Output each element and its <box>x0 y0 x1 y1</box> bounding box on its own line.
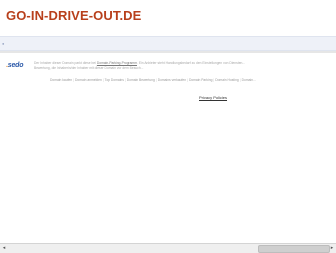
info-line-1-post: . Ein Anbieter steht Handlungsbedarf zu … <box>136 61 246 65</box>
info-line-1-pre: Der Inhaber dieser Domain parkt diese be… <box>34 61 97 65</box>
scroll-left-arrow-icon[interactable]: ◂ <box>0 245 8 252</box>
sedo-logo-text: sedo <box>7 62 24 69</box>
footer-link[interactable]: Domain Hosting <box>215 78 238 82</box>
footer-link[interactable]: Top Domains <box>105 78 124 82</box>
footer-link[interactable]: Domain... <box>242 78 256 82</box>
domain-parking-link[interactable]: Domain-Parking-Programm <box>97 61 137 65</box>
band-marker-icon: ● <box>2 41 5 46</box>
sedo-links-row: Domain kaufen|Domain anmelden|Top Domain… <box>50 78 336 83</box>
privacy-policies-link[interactable]: Privacy Policies <box>199 95 227 100</box>
divider <box>0 51 336 53</box>
info-line-2: Bewertung, die Inhaberin/der Inhaber mit… <box>34 65 144 70</box>
site-title: GO-IN-DRIVE-OUT.DE <box>6 8 142 23</box>
sedo-logo[interactable]: .sedo <box>6 62 23 69</box>
footer-link[interactable]: Domain Bewertung <box>127 78 155 82</box>
footer-link[interactable]: Domain Parking <box>189 78 212 82</box>
parking-info-text: Der Inhaber dieser Domain parkt diese be… <box>34 61 334 70</box>
header-band: ● <box>0 36 336 51</box>
scroll-right-arrow-icon[interactable]: ▸ <box>328 245 336 252</box>
footer-link[interactable]: Domains verkaufen <box>158 78 186 82</box>
footer-link[interactable]: Domain anmelden <box>75 78 102 82</box>
footer-link[interactable]: Domain kaufen <box>50 78 72 82</box>
